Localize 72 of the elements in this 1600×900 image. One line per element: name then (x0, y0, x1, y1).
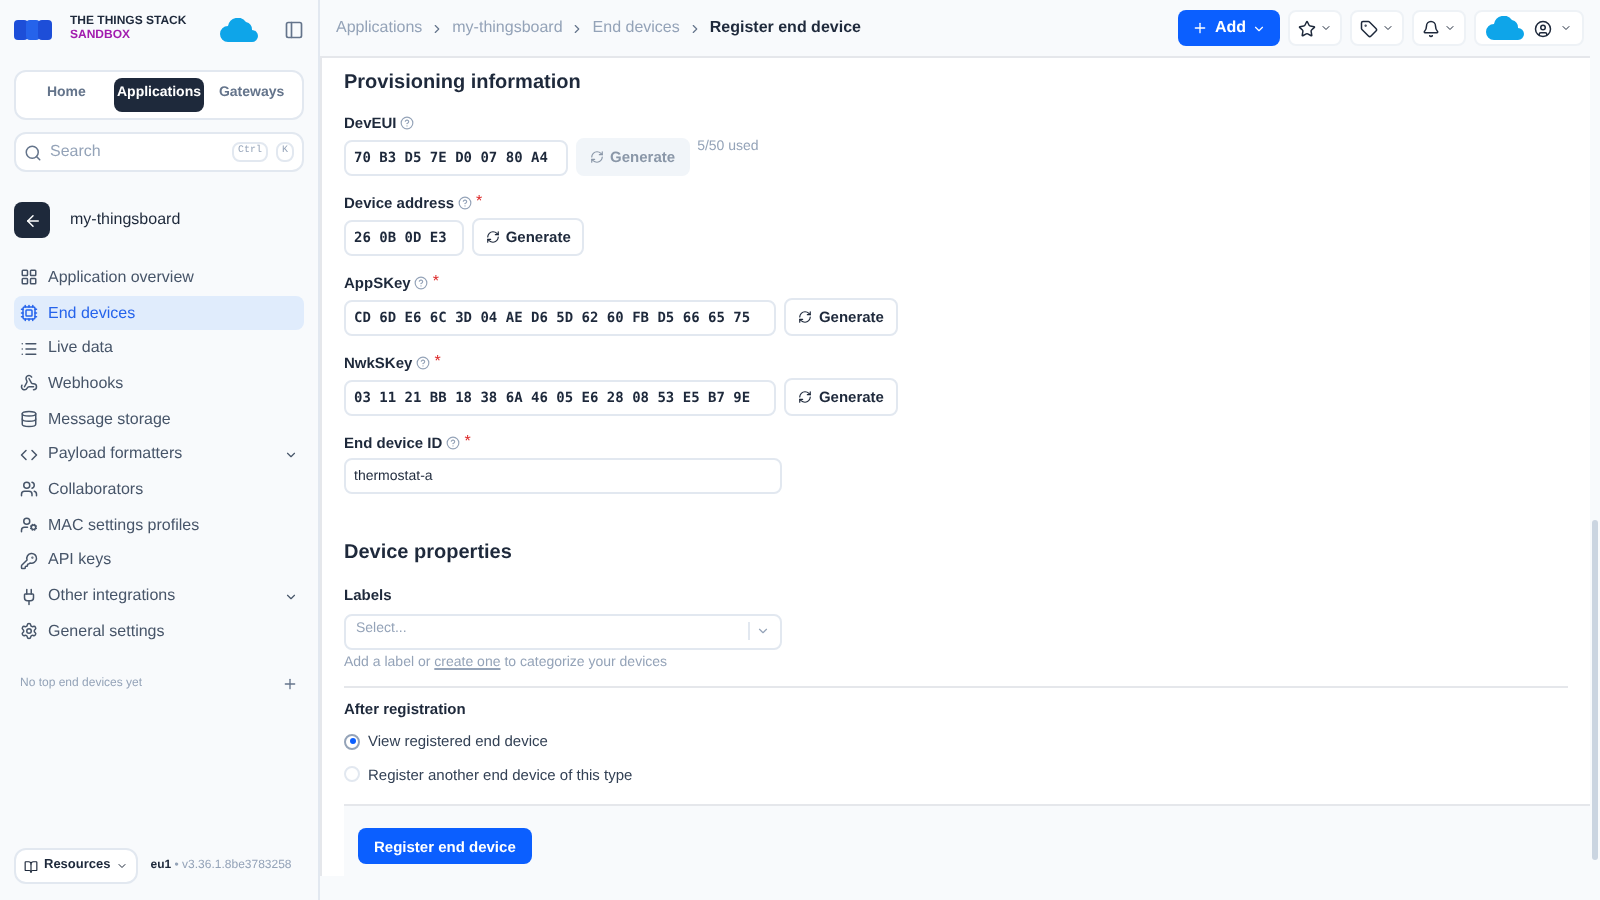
bookmarks-button[interactable] (1288, 10, 1342, 46)
caret-icon (1252, 21, 1266, 35)
help-icon[interactable] (416, 355, 431, 370)
nav-icon (20, 374, 38, 393)
nav-item[interactable]: Live data (14, 330, 304, 367)
sidebar-toggle-icon[interactable] (284, 20, 304, 40)
help-icon[interactable] (458, 195, 473, 210)
back-button[interactable] (14, 202, 50, 238)
account-button[interactable] (1474, 10, 1584, 46)
nav-item[interactable]: Payload formatters (14, 436, 304, 473)
caret-icon (756, 624, 770, 638)
nav-icon (20, 445, 38, 464)
tags-button[interactable] (1350, 10, 1404, 46)
help-icon[interactable] (400, 116, 415, 131)
caret-icon (1444, 22, 1456, 34)
nav-icon (20, 410, 38, 429)
application-name: my-thingsboard (70, 208, 181, 232)
nav-item[interactable]: MAC settings profiles (14, 507, 304, 543)
required-mark: * (432, 270, 439, 295)
refresh-icon (485, 230, 500, 245)
scrollbar-thumb[interactable] (1592, 520, 1598, 860)
nav-icon (20, 480, 38, 499)
search-icon (24, 143, 42, 161)
section-title: Device properties (344, 540, 514, 569)
refresh-icon (590, 150, 605, 165)
separator-icon (570, 21, 585, 35)
add-icon[interactable] (282, 676, 298, 693)
required-mark: * (476, 190, 483, 215)
nav-item[interactable]: General settings (14, 613, 304, 650)
required-mark: * (464, 430, 471, 455)
nav-icon (20, 622, 38, 641)
book-icon (24, 859, 38, 873)
refresh-icon (798, 310, 813, 325)
notifications-button[interactable] (1412, 10, 1466, 46)
network-logo-icon (220, 18, 260, 42)
notification-icon (1422, 19, 1440, 37)
nav-item[interactable]: API keys (14, 543, 304, 579)
user-icon (1534, 19, 1552, 37)
required-mark: * (434, 350, 441, 375)
nav-item[interactable]: Collaborators (14, 472, 304, 508)
nav-item[interactable]: Message storage (14, 401, 304, 437)
caret-icon (1382, 22, 1394, 34)
separator-icon (687, 21, 702, 35)
nav-icon (20, 304, 38, 323)
chevron-icon (284, 447, 298, 462)
caret-icon (1320, 22, 1332, 34)
nav-icon (20, 339, 38, 358)
refresh-icon (798, 390, 813, 405)
caret-icon (1560, 22, 1572, 34)
add-button[interactable]: Add (1178, 10, 1280, 46)
help-icon[interactable] (446, 435, 461, 450)
caret-icon (116, 860, 129, 872)
section-title: Provisioning information (344, 70, 583, 98)
nav-icon (20, 516, 38, 535)
nav-icon (20, 268, 38, 287)
breadcrumb: Register end device (709, 16, 861, 40)
star-icon (1298, 19, 1316, 37)
tag-icon (1360, 19, 1378, 37)
search-field[interactable]: Search (50, 140, 224, 164)
plus-icon (1192, 20, 1209, 36)
nav-item[interactable]: Other integrations (14, 578, 304, 614)
nav-item[interactable]: Webhooks (14, 366, 304, 402)
network-logo-icon (1486, 16, 1526, 40)
radio-button[interactable] (344, 733, 360, 750)
nav-item[interactable]: End devices (14, 295, 304, 331)
separator-icon (430, 21, 445, 35)
nav-icon (20, 551, 38, 570)
chevron-icon (284, 589, 298, 604)
back-icon (23, 211, 41, 229)
nav-item[interactable]: Application overview (14, 260, 304, 296)
nav-icon (20, 587, 38, 606)
help-icon[interactable] (414, 275, 429, 290)
